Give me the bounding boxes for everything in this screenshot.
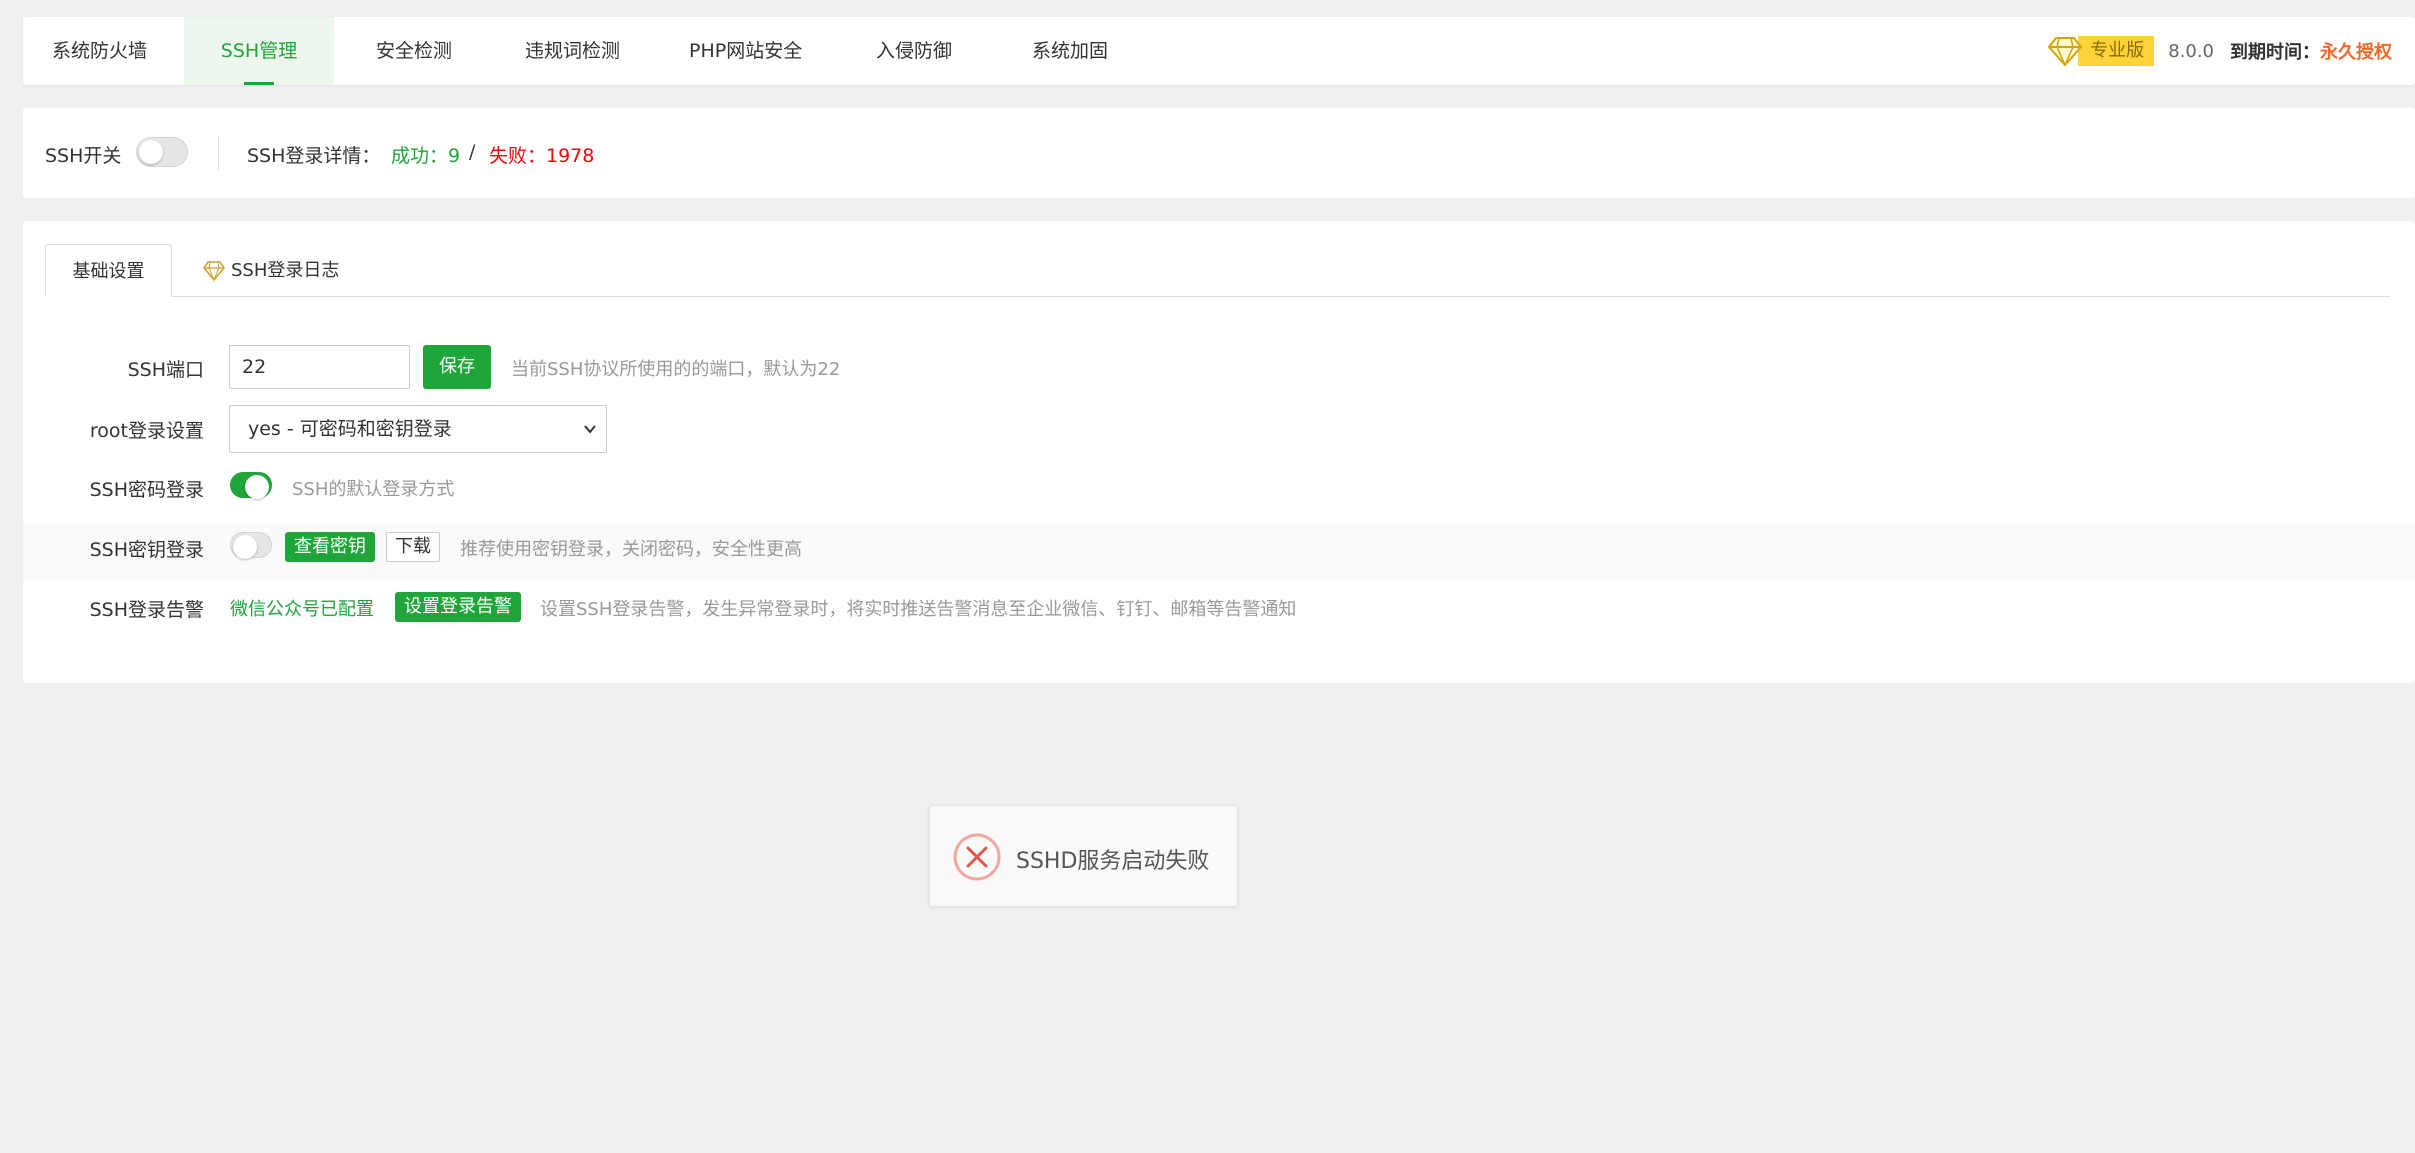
expire-label: 到期时间： <box>2230 42 2320 63</box>
login-detail-label: SSH登录详情： <box>247 145 381 167</box>
expire-value: 永久授权 <box>2320 42 2392 63</box>
tab-php-security[interactable]: PHP网站安全 <box>689 17 802 85</box>
set-alarm-button[interactable]: 设置登录告警 <box>395 592 521 622</box>
tab-security-scan[interactable]: 安全检测 <box>376 17 452 85</box>
password-login-hint: SSH的默认登录方式 <box>292 479 455 500</box>
key-login-toggle[interactable] <box>230 532 272 559</box>
alarm-hint: 设置SSH登录告警，发生异常登录时，将实时推送告警消息至企业微信、钉钉、邮箱等告… <box>540 599 1297 620</box>
license-info: 专业版 8.0.0 到期时间： 永久授权 <box>2048 17 2392 85</box>
diamond-icon <box>203 260 225 281</box>
alarm-status-link[interactable]: 微信公众号已配置 <box>230 595 374 621</box>
fail-count[interactable]: 失败：1978 <box>489 141 594 168</box>
success-count[interactable]: 成功：9 <box>391 141 460 168</box>
root-login-select[interactable]: yes - 可密码和密钥登录 <box>229 405 607 453</box>
ssh-settings-panel: 基础设置 SSH登录日志 SSH端口 22 保存 当前SSH协议所使用的的端口，… <box>23 221 2415 683</box>
alarm-label: SSH登录告警 <box>89 599 204 621</box>
diamond-icon <box>2048 37 2083 66</box>
ssh-port-label: SSH端口 <box>127 359 204 381</box>
separator: / <box>469 141 476 163</box>
root-login-selected: yes - 可密码和密钥登录 <box>248 418 452 440</box>
tab-ssh-login-log[interactable]: SSH登录日志 <box>203 244 339 297</box>
error-icon <box>953 833 1001 881</box>
ssh-port-hint: 当前SSH协议所使用的的端口，默认为22 <box>511 359 841 380</box>
error-toast: SSHD服务启动失败 <box>929 805 1238 907</box>
root-login-label: root登录设置 <box>89 420 204 442</box>
ssh-switch-toggle[interactable] <box>136 137 188 167</box>
password-login-label: SSH密码登录 <box>89 479 204 501</box>
tab-hardening[interactable]: 系统加固 <box>1032 17 1108 85</box>
ssh-switch-label: SSH开关 <box>45 145 122 167</box>
tab-ssh-login-log-label: SSH登录日志 <box>231 260 340 281</box>
top-navigation: 系统防火墙 SSH管理 安全检测 违规词检测 PHP网站安全 入侵防御 系统加固… <box>23 17 2415 85</box>
ssh-status-panel: SSH开关 SSH登录详情： 成功：9 / 失败：1978 <box>23 108 2415 198</box>
pro-badge: 专业版 <box>2078 36 2155 66</box>
chevron-down-icon <box>584 425 596 434</box>
tab-firewall[interactable]: 系统防火墙 <box>52 17 147 85</box>
tab-ssh[interactable]: SSH管理 <box>184 17 334 85</box>
password-login-toggle[interactable] <box>230 472 272 499</box>
view-key-button[interactable]: 查看密钥 <box>285 532 375 562</box>
tabs-divider <box>45 296 2390 297</box>
ssh-port-input[interactable]: 22 <box>229 345 410 389</box>
row-highlight <box>23 521 2415 581</box>
key-login-hint: 推荐使用密钥登录，关闭密码，安全性更高 <box>460 539 802 560</box>
divider <box>218 136 219 170</box>
tab-intrusion[interactable]: 入侵防御 <box>876 17 952 85</box>
version-text: 8.0.0 <box>2168 40 2214 62</box>
tab-word-detect[interactable]: 违规词检测 <box>525 17 620 85</box>
tab-basic-settings[interactable]: 基础设置 <box>45 244 172 297</box>
save-port-button[interactable]: 保存 <box>423 345 491 389</box>
toast-message: SSHD服务启动失败 <box>1016 849 1210 874</box>
key-login-label: SSH密钥登录 <box>89 539 204 561</box>
download-key-button[interactable]: 下载 <box>386 532 440 562</box>
